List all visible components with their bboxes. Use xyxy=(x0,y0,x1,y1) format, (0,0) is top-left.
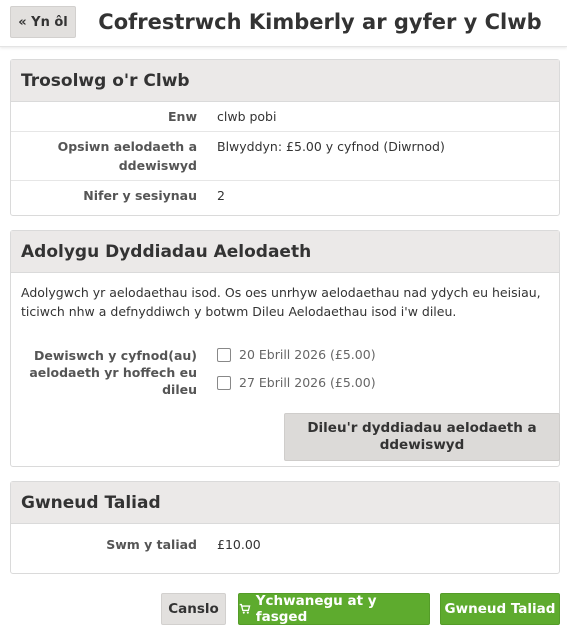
review-dates-panel: Adolygu Dyddiadau Aelodaeth Adolygwch yr… xyxy=(10,230,560,467)
payment-amount-row: Swm y taliad £10.00 xyxy=(11,524,559,565)
cancel-button[interactable]: Canslo xyxy=(161,593,226,625)
review-intro-text: Adolygwch yr aelodaethau isod. Os oes un… xyxy=(21,285,541,319)
delete-selected-dates-button[interactable]: Dileu'r dyddiadau aelodaeth a ddewiswyd xyxy=(284,413,560,461)
date-checkbox-1[interactable] xyxy=(217,347,231,362)
overview-label: Nifer y sesiynau xyxy=(83,188,197,203)
overview-value: Blwyddyn: £5.00 y cyfnod (Diwrnod) xyxy=(217,139,445,154)
date-option-label: 20 Ebrill 2026 (£5.00) xyxy=(239,347,376,362)
add-to-basket-label: Ychwanegu at y fasged xyxy=(255,593,377,625)
page-title: Cofrestrwch Kimberly ar gyfer y Clwb xyxy=(98,10,542,34)
make-payment-button[interactable]: Gwneud Taliad xyxy=(440,593,560,625)
payment-heading: Gwneud Taliad xyxy=(11,482,559,524)
club-overview-heading: Trosolwg o'r Clwb xyxy=(11,60,559,102)
payment-panel: Gwneud Taliad Swm y taliad £10.00 xyxy=(10,481,560,574)
date-selection-label: Dewiswch y cyfnod(au) aelodaeth yr hoffe… xyxy=(29,348,197,397)
overview-value: clwb pobi xyxy=(217,109,277,124)
club-overview-panel: Trosolwg o'r Clwb Enw clwb pobi Opsiwn a… xyxy=(10,59,560,216)
date-option-label: 27 Ebrill 2026 (£5.00) xyxy=(239,375,376,390)
add-to-basket-button[interactable]: Ychwanegu at y fasged xyxy=(238,593,430,625)
overview-label: Opsiwn aelodaeth a ddewiswyd xyxy=(57,139,197,173)
payment-amount-value: £10.00 xyxy=(217,537,261,552)
date-option-1[interactable]: 20 Ebrill 2026 (£5.00) xyxy=(217,347,376,362)
payment-amount-label: Swm y taliad xyxy=(106,537,197,552)
top-bar: « Yn ôl Cofrestrwch Kimberly ar gyfer y … xyxy=(0,0,567,47)
overview-row-membership: Opsiwn aelodaeth a ddewiswyd Blwyddyn: £… xyxy=(11,132,559,181)
date-option-2[interactable]: 27 Ebrill 2026 (£5.00) xyxy=(217,375,376,390)
shopping-cart-icon xyxy=(239,603,251,614)
overview-value: 2 xyxy=(217,188,225,203)
review-dates-heading: Adolygu Dyddiadau Aelodaeth xyxy=(11,231,559,273)
overview-label: Enw xyxy=(168,109,197,124)
overview-row-sessions: Nifer y sesiynau 2 xyxy=(11,181,559,210)
back-button[interactable]: « Yn ôl xyxy=(10,6,76,38)
overview-row-name: Enw clwb pobi xyxy=(11,102,559,132)
date-checkbox-2[interactable] xyxy=(217,375,231,390)
